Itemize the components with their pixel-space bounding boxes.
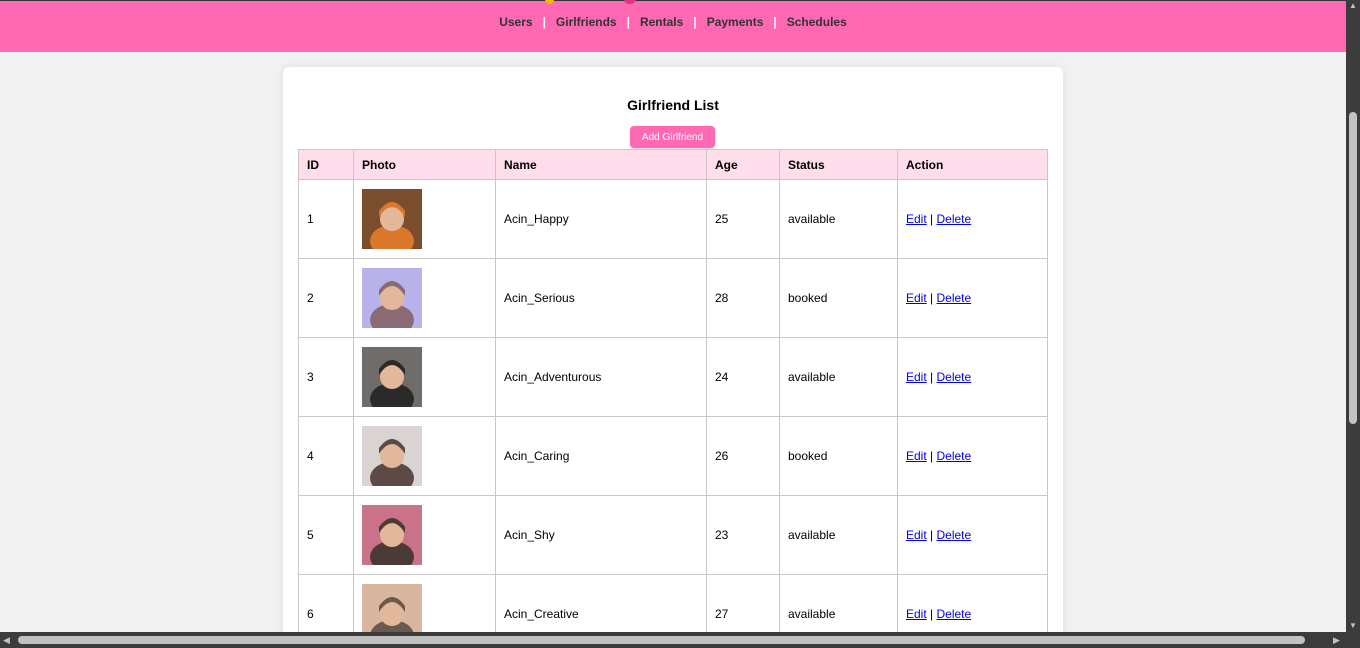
nav-users[interactable]: Users (490, 15, 541, 29)
nav-separator: | (693, 15, 697, 29)
table-row: 1 Acin_Happy 25 available Edit | Delete (298, 179, 1048, 259)
girlfriend-photo (362, 189, 422, 249)
action-separator: | (930, 607, 934, 621)
nav-schedules[interactable]: Schedules (778, 15, 856, 29)
cell-status: available (779, 574, 898, 632)
cell-name: Acin_Happy (495, 179, 707, 259)
cell-action: Edit | Delete (897, 416, 1048, 496)
header-age: Age (706, 149, 780, 180)
cell-photo (353, 337, 496, 417)
cell-age: 23 (706, 495, 780, 575)
nav-rentals[interactable]: Rentals (631, 15, 692, 29)
cell-id: 1 (298, 179, 354, 259)
cell-status: booked (779, 416, 898, 496)
edit-link[interactable]: Edit (906, 291, 927, 305)
delete-link[interactable]: Delete (937, 291, 972, 305)
cell-photo (353, 179, 496, 259)
cell-age: 27 (706, 574, 780, 632)
vertical-scrollbar[interactable]: ▲ ▼ (1346, 0, 1360, 632)
vertical-scroll-thumb[interactable] (1349, 112, 1357, 424)
edit-link[interactable]: Edit (906, 370, 927, 384)
action-separator: | (930, 370, 934, 384)
cell-action: Edit | Delete (897, 337, 1048, 417)
edit-link[interactable]: Edit (906, 212, 927, 226)
cell-action: Edit | Delete (897, 258, 1048, 338)
girlfriend-photo (362, 347, 422, 407)
cell-age: 26 (706, 416, 780, 496)
table-row: 5 Acin_Shy 23 available Edit | Delete (298, 495, 1048, 575)
cell-photo (353, 574, 496, 632)
table-row: 4 Acin_Caring 26 booked Edit | Delete (298, 416, 1048, 496)
delete-link[interactable]: Delete (937, 528, 972, 542)
delete-link[interactable]: Delete (937, 370, 972, 384)
cell-action: Edit | Delete (897, 574, 1048, 632)
cell-photo (353, 258, 496, 338)
cell-status: available (779, 179, 898, 259)
girlfriend-photo (362, 505, 422, 565)
cell-id: 3 (298, 337, 354, 417)
cell-photo (353, 495, 496, 575)
logo-fragment (624, 0, 636, 4)
cell-photo (353, 416, 496, 496)
edit-link[interactable]: Edit (906, 449, 927, 463)
horizontal-scroll-thumb[interactable] (18, 636, 1305, 644)
table-row: 3 Acin_Adventurous 24 available Edit | Delet… (298, 337, 1048, 417)
table-header-row: ID Photo Name Age Status Action (298, 149, 1048, 180)
edit-link[interactable]: Edit (906, 528, 927, 542)
scrollbar-corner (1346, 632, 1360, 648)
action-separator: | (930, 212, 934, 226)
nav-payments[interactable]: Payments (698, 15, 773, 29)
cell-age: 28 (706, 258, 780, 338)
cell-status: available (779, 495, 898, 575)
delete-link[interactable]: Delete (937, 449, 972, 463)
cell-name: Acin_Creative (495, 574, 707, 632)
header-action: Action (897, 149, 1048, 180)
header-status: Status (779, 149, 898, 180)
cell-name: Acin_Shy (495, 495, 707, 575)
cell-age: 24 (706, 337, 780, 417)
main-nav: Users | Girlfriends | Rentals | Payments | Sched… (0, 15, 1346, 29)
nav-girlfriends[interactable]: Girlfriends (547, 15, 626, 29)
delete-link[interactable]: Delete (937, 212, 972, 226)
horizontal-scrollbar[interactable]: ◀ ▶ (0, 632, 1346, 648)
cell-id: 4 (298, 416, 354, 496)
content-card: Girlfriend List Add Girlfriend ID Photo … (283, 67, 1063, 632)
header-id: ID (298, 149, 354, 180)
page-viewport: Users | Girlfriends | Rentals | Payments | Sched… (0, 0, 1346, 632)
cell-status: booked (779, 258, 898, 338)
header-photo: Photo (353, 149, 496, 180)
top-navbar: Users | Girlfriends | Rentals | Payments | Sched… (0, 0, 1346, 52)
action-separator: | (930, 291, 934, 305)
action-separator: | (930, 449, 934, 463)
delete-link[interactable]: Delete (937, 607, 972, 621)
table-row: 2 Acin_Serious 28 booked Edit | Delete (298, 258, 1048, 338)
girlfriend-table: ID Photo Name Age Status Action 1 Acin_Ha… (298, 149, 1048, 632)
cell-id: 6 (298, 574, 354, 632)
girlfriend-photo (362, 426, 422, 486)
cell-status: available (779, 337, 898, 417)
cell-action: Edit | Delete (897, 179, 1048, 259)
action-separator: | (930, 528, 934, 542)
girlfriend-photo (362, 584, 422, 632)
girlfriend-photo (362, 268, 422, 328)
table-row: 6 Acin_Creative 27 available Edit | Delete (298, 574, 1048, 632)
cell-action: Edit | Delete (897, 495, 1048, 575)
edit-link[interactable]: Edit (906, 607, 927, 621)
scroll-right-arrow-icon[interactable]: ▶ (1333, 635, 1340, 645)
cell-name: Acin_Adventurous (495, 337, 707, 417)
cell-age: 25 (706, 179, 780, 259)
logo-fragment (545, 0, 554, 4)
add-girlfriend-button[interactable]: Add Girlfriend (630, 126, 715, 148)
cell-id: 5 (298, 495, 354, 575)
cell-id: 2 (298, 258, 354, 338)
scroll-up-arrow-icon[interactable]: ▲ (1349, 2, 1357, 10)
scroll-down-arrow-icon[interactable]: ▼ (1349, 622, 1357, 630)
page-title: Girlfriend List (627, 97, 719, 113)
nav-separator: | (773, 15, 777, 29)
scroll-left-arrow-icon[interactable]: ◀ (3, 635, 10, 645)
cell-name: Acin_Serious (495, 258, 707, 338)
header-name: Name (495, 149, 707, 180)
cell-name: Acin_Caring (495, 416, 707, 496)
